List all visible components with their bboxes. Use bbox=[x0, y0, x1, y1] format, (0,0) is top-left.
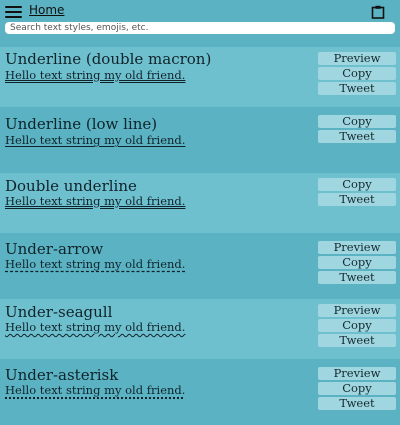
style-title: Double underline bbox=[5, 177, 137, 195]
copy-button[interactable]: Copy bbox=[318, 256, 396, 269]
style-card-under-arrow: Under-arrow Hello text string my old fri… bbox=[0, 236, 400, 296]
hamburger-menu-icon[interactable] bbox=[5, 6, 22, 18]
style-card-under-asterisk: Under-asterisk Hello text string my old … bbox=[0, 362, 400, 422]
search-input[interactable] bbox=[5, 22, 395, 34]
clipboard-icon[interactable] bbox=[371, 5, 385, 19]
preview-button[interactable]: Preview bbox=[318, 367, 396, 380]
style-title: Under-asterisk bbox=[5, 366, 119, 384]
style-sample-text: Hello text string my old friend. bbox=[5, 257, 186, 271]
style-sample-text: Hello text string my old friend. bbox=[5, 133, 186, 147]
style-card-low-line: Underline (low line) Hello text string m… bbox=[0, 110, 400, 170]
tweet-button[interactable]: Tweet bbox=[318, 397, 396, 410]
tweet-button[interactable]: Tweet bbox=[318, 130, 396, 143]
top-bar: Home bbox=[0, 0, 400, 40]
home-link[interactable]: Home bbox=[29, 3, 64, 17]
style-sample-text: Hello text string my old friend. bbox=[5, 383, 186, 397]
preview-button[interactable]: Preview bbox=[318, 304, 396, 317]
style-sample-text: Hello text string my old friend. bbox=[5, 68, 186, 82]
style-title: Under-seagull bbox=[5, 303, 113, 321]
tweet-button[interactable]: Tweet bbox=[318, 82, 396, 95]
preview-button[interactable]: Preview bbox=[318, 241, 396, 254]
copy-button[interactable]: Copy bbox=[318, 178, 396, 191]
tweet-button[interactable]: Tweet bbox=[318, 271, 396, 284]
style-title: Underline (low line) bbox=[5, 115, 158, 133]
copy-button[interactable]: Copy bbox=[318, 115, 396, 128]
style-sample-text: Hello text string my old friend. bbox=[5, 320, 186, 334]
tweet-button[interactable]: Tweet bbox=[318, 334, 396, 347]
style-title: Under-arrow bbox=[5, 240, 104, 258]
preview-button[interactable]: Preview bbox=[318, 52, 396, 65]
style-card-under-seagull: Under-seagull Hello text string my old f… bbox=[0, 299, 400, 359]
style-sample-text: Hello text string my old friend. bbox=[5, 194, 186, 208]
copy-button[interactable]: Copy bbox=[318, 67, 396, 80]
tweet-button[interactable]: Tweet bbox=[318, 193, 396, 206]
style-card-double-macron: Underline (double macron) Hello text str… bbox=[0, 47, 400, 107]
copy-button[interactable]: Copy bbox=[318, 382, 396, 395]
copy-button[interactable]: Copy bbox=[318, 319, 396, 332]
style-title: Underline (double macron) bbox=[5, 50, 212, 68]
style-card-double-underline: Double underline Hello text string my ol… bbox=[0, 173, 400, 233]
